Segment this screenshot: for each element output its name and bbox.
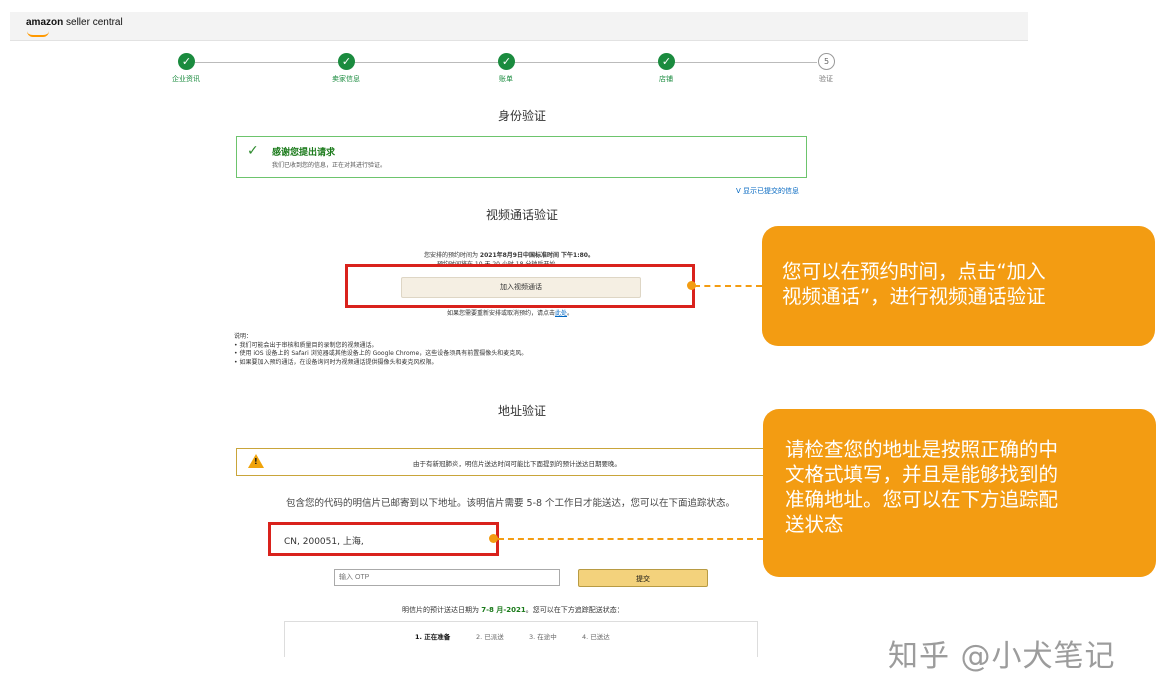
check-icon: ✓ [178,53,195,70]
tracking-step-in-transit: 3. 在途中 [529,633,557,641]
address-callout: 请检查您的地址是按照正确的中 文格式填写，并且是能够找到的 准确地址。您可以在下… [763,409,1156,577]
step-label: 店铺 [659,75,673,83]
address-callout-line: 送状态 [785,513,844,536]
postcard-mailed-text: 包含您的代码的明信片已邮寄到以下地址。该明信片需要 5-8 个工作日才能送达，您… [286,498,736,509]
address-callout-line: 准确地址。您可以在下方追踪配 [785,488,1059,511]
notes-title: 说明： [234,333,253,340]
check-icon: ✓ [247,143,259,159]
address-highlight [268,522,499,556]
step-number-icon: 5 [818,53,835,70]
amazon-smile-icon [27,31,49,37]
amazon-seller-central-logo[interactable]: amazon seller central [26,17,123,37]
eta-suffix: 。您可以在下方追踪配送状态： [525,606,624,614]
note-item: • 如果要加入预约通话，在设备询问时为视频通话提供摄像头和麦克风权限。 [234,358,438,366]
tracking-step-delivered: 4. 已送达 [582,633,610,641]
zhihu-watermark: 知乎 @小犬笔记 [888,639,1116,674]
tracking-panel [284,621,758,657]
schedule-text: 您安排的预约时间为 2021年8月9日中国标准时间 下午1:80。 [424,250,594,259]
identity-section-title: 身份验证 [497,109,546,123]
step-label: 卖家信息 [332,75,360,83]
logo-suffix: seller central [66,17,123,28]
step-label: 企业资讯 [172,75,200,83]
covid-warning-alert: ! 由于有新冠肺炎，明信片送达时间可能比下面提到的预计送达日期要晚。 [236,448,791,476]
note-item: • 我们可能会出于审核和质量目的录制您的视频通话。 [234,341,378,349]
schedule-time: 2021年8月9日中国标准时间 下午1:80。 [479,252,594,259]
address-callout-dot [489,534,498,543]
otp-input[interactable] [334,569,560,586]
address-section-title: 地址验证 [497,404,546,418]
check-icon: ✓ [658,53,675,70]
reschedule-link[interactable]: 此处 [555,310,567,317]
tracking-step-preparing: 1. 正在准备 [415,633,451,641]
address-callout-line: 请检查您的地址是按照正确的中 [785,438,1059,461]
video-callout-line: 视频通话”，进行视频通话验证 [782,285,1046,308]
step-label: 验证 [819,75,833,83]
success-text: 我们已收到您的信息，正在对其进行验证。 [272,162,387,169]
reschedule-prefix: 如果您需要重新安排或取消预约，请点击 [447,310,556,317]
tracking-step-dispatched: 2. 已派送 [476,633,504,641]
top-bar: amazon seller central [10,12,1028,41]
video-notes: 说明： • 我们可能会出于审核和质量目的录制您的视频通话。 • 使用 iOS 设… [234,333,527,367]
join-button-highlight [345,264,695,308]
step-label: 账单 [499,75,513,83]
video-callout-connector [694,285,762,287]
video-section-title: 视频通话验证 [485,208,558,222]
reschedule-suffix: 。 [567,310,574,317]
reschedule-text: 如果您需要重新安排或取消预约，请点击此处。 [447,308,573,317]
check-icon: ✓ [498,53,515,70]
eta-text: 明信片的预计送达日期为 7-8 月-2021。您可以在下方追踪配送状态： [402,605,624,615]
logo-brand: amazon [26,17,64,28]
eta-value: 7-8 月-2021 [481,606,526,614]
address-callout-connector [498,538,763,540]
submit-otp-button[interactable]: 提交 [578,569,708,587]
video-callout: 您可以在预约时间，点击“加入 视频通话”，进行视频通话验证 [762,226,1155,346]
address-callout-line: 文格式填写，并且是能够找到的 [785,463,1059,486]
video-callout-dot [687,281,696,290]
schedule-prefix: 您安排的预约时间为 [424,252,480,259]
show-submitted-info-link[interactable]: V 显示已提交的信息 [736,186,799,196]
warning-text: 由于有新冠肺炎，明信片送达时间可能比下面提到的预计送达日期要晚。 [413,460,621,468]
note-item: • 使用 iOS 设备上的 Safari 浏览器或其他设备上的 Google C… [234,350,528,357]
eta-prefix: 明信片的预计送达日期为 [402,606,482,614]
check-icon: ✓ [338,53,355,70]
warning-mark: ! [254,457,258,466]
success-alert: ✓ 感谢您提出请求 我们已收到您的信息，正在对其进行验证。 [236,136,807,178]
video-callout-line: 您可以在预约时间，点击“加入 [782,260,1046,283]
success-title: 感谢您提出请求 [272,148,336,158]
